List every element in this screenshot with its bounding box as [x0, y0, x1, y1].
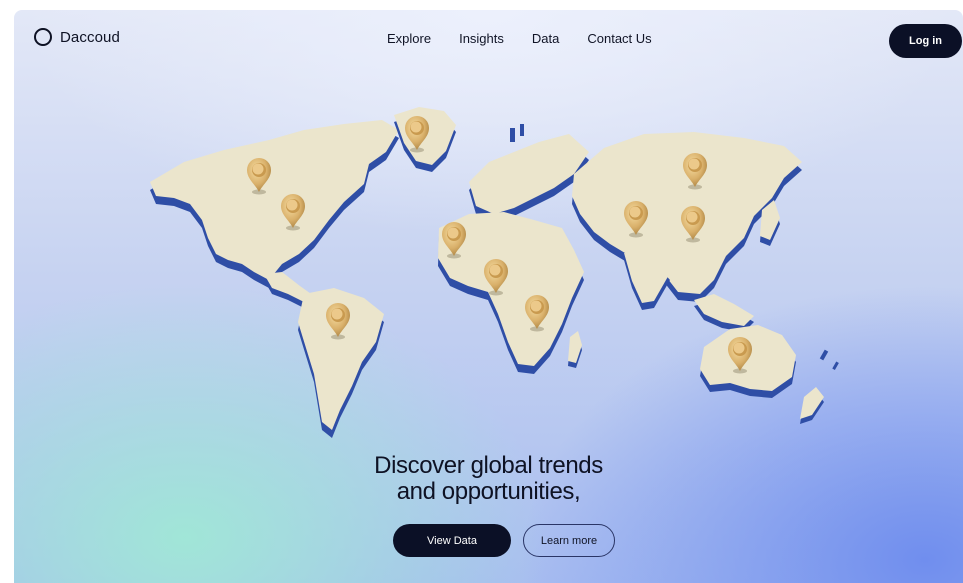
- hero-headline-line1: Discover global trends: [374, 452, 603, 479]
- brand-name: Daccoud: [60, 28, 120, 46]
- brand-logo[interactable]: Daccoud: [34, 28, 120, 46]
- landing-page: Daccoud Explore Insights Data Contact Us…: [14, 10, 963, 583]
- login-button[interactable]: Log in: [889, 24, 962, 58]
- hero-headline: Discover global trends and opportunities…: [14, 453, 963, 505]
- nav-links: Explore Insights Data Contact Us: [387, 31, 680, 46]
- nav-link-explore[interactable]: Explore: [387, 31, 431, 46]
- nav-link-contact-us[interactable]: Contact Us: [587, 31, 651, 46]
- nav-link-data[interactable]: Data: [532, 31, 559, 46]
- hero-headline-line2: and opportunities,: [396, 478, 581, 505]
- learn-more-button[interactable]: Learn more: [523, 524, 615, 557]
- north-america-top: [150, 120, 399, 280]
- nav-link-insights[interactable]: Insights: [459, 31, 504, 46]
- madagascar-top: [568, 331, 582, 363]
- view-data-button[interactable]: View Data: [393, 524, 511, 557]
- top-navigation: Daccoud Explore Insights Data Contact Us…: [14, 10, 963, 70]
- ring-logo-icon: [34, 28, 52, 46]
- southeast-asia-top: [694, 294, 754, 326]
